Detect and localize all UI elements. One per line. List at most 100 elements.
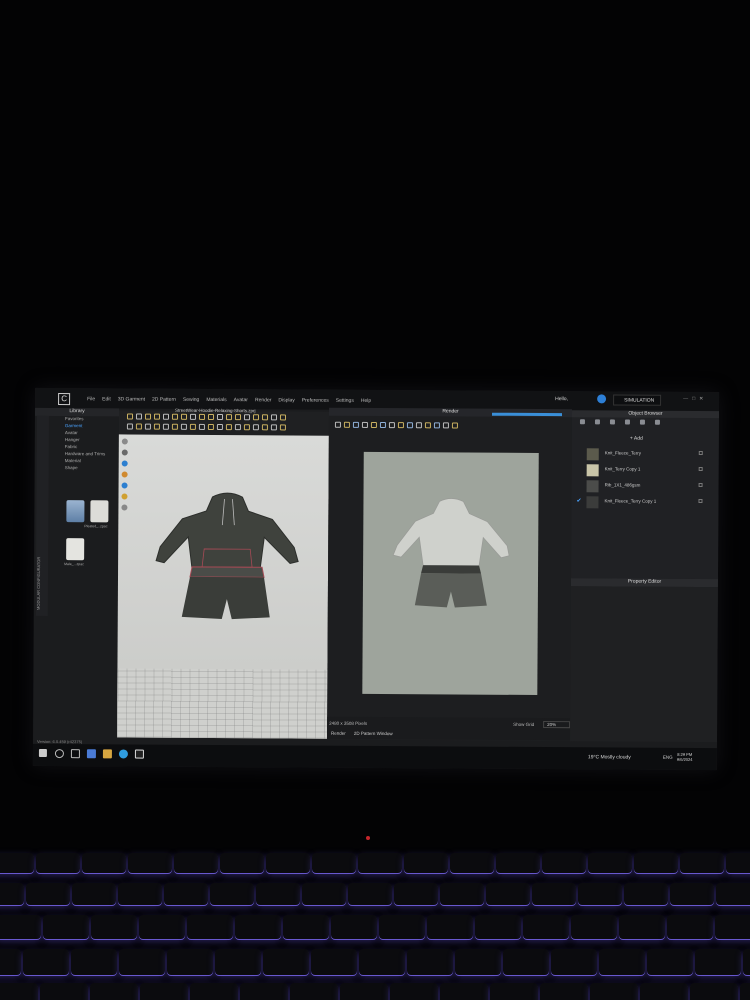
toolbar-tool-icon[interactable]	[252, 414, 260, 421]
fabric-list-item[interactable]: Knit_Terry Copy 1	[579, 462, 709, 479]
toolbar-tool-icon[interactable]	[144, 423, 151, 430]
toolbar-tool-icon[interactable]	[243, 414, 251, 421]
toolbar-tool-icon[interactable]	[361, 421, 368, 428]
graphic-icon[interactable]	[654, 419, 660, 425]
fold-tool-icon[interactable]	[121, 471, 128, 478]
menu-item-sewing[interactable]: Sewing	[183, 397, 199, 403]
toolbar-tool-icon[interactable]	[234, 424, 241, 431]
toolbar-tool-icon[interactable]	[279, 424, 286, 431]
library-category-material[interactable]: Material	[65, 458, 119, 463]
toolbar-tool-icon[interactable]	[252, 424, 259, 431]
fabric-list-item[interactable]: Rib_1X1_486gsm	[579, 478, 709, 495]
toolbar-tool-icon[interactable]	[225, 424, 232, 431]
show-grid-toggle[interactable]: Show Grid	[513, 722, 534, 727]
library-category-shape[interactable]: Shape	[65, 465, 119, 470]
avatar-tool-icon[interactable]	[121, 460, 128, 467]
language-indicator[interactable]: ENG	[663, 755, 673, 760]
library-category-fabric[interactable]: Fabric	[65, 444, 119, 449]
maximize-icon[interactable]: □	[692, 396, 695, 402]
toolbar-tool-icon[interactable]	[234, 414, 242, 421]
toolbar-tool-icon[interactable]	[189, 413, 197, 420]
toolbar-tool-icon[interactable]	[171, 413, 179, 420]
menu-item-help[interactable]: Help	[361, 398, 371, 404]
add-fabric-button[interactable]: + Add	[630, 436, 643, 442]
toolbar-tool-icon[interactable]	[370, 421, 377, 429]
trim-icon[interactable]	[639, 419, 645, 425]
toolbar-tool-icon[interactable]	[352, 421, 359, 428]
button-icon[interactable]	[609, 419, 615, 425]
toolbar-tool-icon[interactable]	[216, 424, 223, 431]
toolbar-tool-icon[interactable]	[433, 422, 440, 429]
toolbar-tool-icon[interactable]	[198, 413, 206, 420]
menu-item-preferences[interactable]: Preferences	[302, 398, 329, 404]
library-category-garment[interactable]: Garment	[65, 423, 119, 428]
toolbar-tool-icon[interactable]	[126, 423, 133, 430]
toolbar-tool-icon[interactable]	[424, 422, 431, 429]
fabric-list-item[interactable]: Knit_Fleece_Terry	[579, 446, 709, 463]
toolbar-tool-icon[interactable]	[180, 423, 187, 430]
fabric-options-icon[interactable]	[698, 482, 703, 487]
toolbar-tool-icon[interactable]	[207, 413, 215, 421]
pin-tool-icon[interactable]	[121, 482, 128, 489]
fabric-options-icon[interactable]	[698, 498, 703, 503]
toolbar-tool-icon[interactable]	[144, 413, 152, 420]
toolbar-tool-icon[interactable]	[225, 414, 233, 421]
fabric-icon[interactable]	[594, 419, 600, 425]
toolbar-tool-icon[interactable]	[406, 422, 413, 429]
cloud-icon[interactable]	[597, 394, 607, 404]
weather-widget[interactable]: 19°C Mostly cloudy	[588, 754, 631, 760]
edge-browser-icon[interactable]	[118, 749, 128, 759]
toolbar-tool-icon[interactable]	[334, 421, 341, 428]
toolbar-tool-icon[interactable]	[415, 422, 422, 429]
shirt-thumb[interactable]	[90, 500, 109, 523]
toolbar-tool-icon[interactable]	[279, 414, 287, 421]
select-tool-icon[interactable]	[121, 438, 128, 445]
folder-thumb[interactable]	[66, 500, 85, 523]
toolbar-tool-icon[interactable]	[270, 424, 277, 431]
menu-item-materials[interactable]: Materials	[206, 397, 226, 403]
toolbar-tool-icon[interactable]	[243, 424, 250, 431]
tack-tool-icon[interactable]	[121, 493, 128, 500]
task-view-icon[interactable]	[70, 749, 80, 759]
clo3d-taskbar-icon[interactable]	[134, 749, 144, 759]
simulation-mode-button[interactable]: SIMULATION	[613, 394, 662, 406]
app-l-icon[interactable]	[86, 749, 96, 759]
menu-item-2d-pattern[interactable]: 2D Pattern	[152, 397, 176, 403]
toolbar-tool-icon[interactable]	[207, 423, 214, 431]
menu-item-settings[interactable]: Settings	[336, 398, 354, 404]
windows-start-icon[interactable]	[38, 748, 47, 757]
fabric-list-item[interactable]: ✔ Knit_Fleece_Terry Copy 1	[576, 494, 708, 511]
zoom-select[interactable]: 20%	[543, 721, 571, 729]
library-category-hanger[interactable]: Hanger	[65, 437, 119, 442]
toolbar-tool-icon[interactable]	[135, 413, 143, 420]
close-icon[interactable]: ✕	[699, 396, 703, 402]
toolbar-tool-icon[interactable]	[126, 413, 134, 420]
tab-render[interactable]: Render	[331, 731, 346, 736]
toolbar-tool-icon[interactable]	[171, 423, 178, 430]
garment-3d-view[interactable]	[152, 489, 303, 640]
menu-item-render[interactable]: Render	[255, 397, 271, 403]
toolbar-tool-icon[interactable]	[153, 413, 161, 420]
library-category-hardware-and-trims[interactable]: Hardware and Trims	[65, 451, 119, 456]
toolbar-tool-icon[interactable]	[442, 422, 449, 429]
toolbar-tool-icon[interactable]	[343, 421, 350, 428]
toolbar-tool-icon[interactable]	[216, 414, 224, 421]
toolbar-tool-icon[interactable]	[379, 422, 386, 429]
taskbar-clock[interactable]: 8:29 PM 9/6/2024	[677, 752, 693, 762]
garment-icon[interactable]	[579, 419, 585, 425]
toolbar-tool-icon[interactable]	[451, 422, 458, 429]
minimize-icon[interactable]: —	[683, 396, 688, 402]
menu-item-edit[interactable]: Edit	[102, 396, 111, 402]
menu-item-display[interactable]: Display	[278, 397, 294, 403]
toolbar-tool-icon[interactable]	[189, 423, 196, 430]
topstitch-icon[interactable]	[624, 419, 630, 425]
toolbar-tool-icon[interactable]	[135, 423, 142, 430]
move-tool-icon[interactable]	[121, 449, 128, 456]
toolbar-tool-icon[interactable]	[270, 414, 278, 421]
measure-tool-icon[interactable]	[121, 504, 128, 511]
toolbar-tool-icon[interactable]	[261, 414, 269, 421]
toolbar-tool-icon[interactable]	[180, 413, 188, 420]
shirt-thumb-2[interactable]	[66, 538, 85, 561]
library-vertical-tabs[interactable]: MODULAR CONFIGURATOR	[35, 415, 49, 616]
library-category-favorites[interactable]: Favorites	[65, 416, 119, 421]
